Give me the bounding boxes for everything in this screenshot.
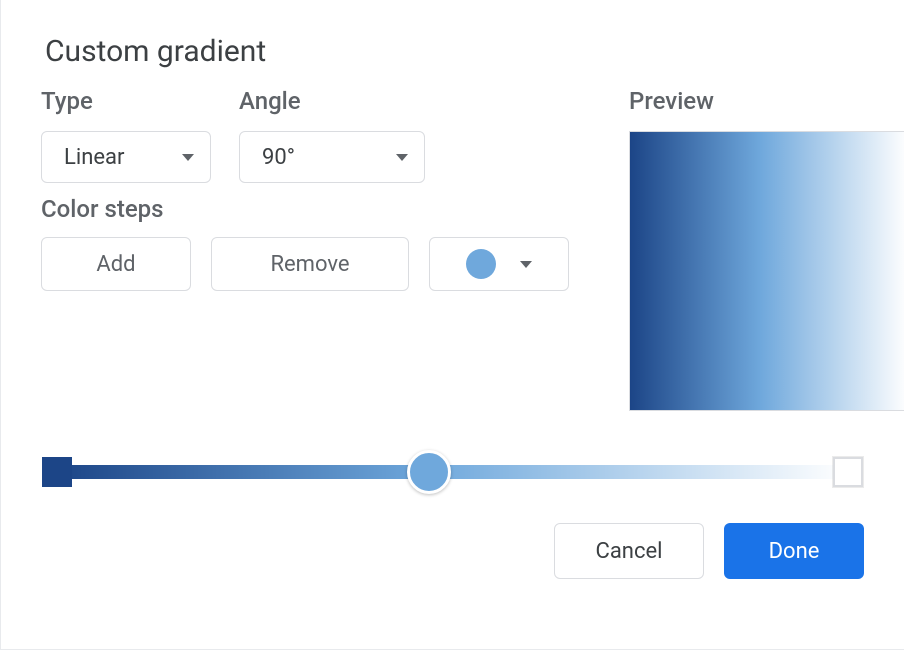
type-field: Type Linear xyxy=(41,87,211,183)
type-select-value: Linear xyxy=(64,145,124,170)
gradient-slider-track xyxy=(57,465,848,479)
gradient-stop-handle[interactable] xyxy=(407,450,451,494)
color-steps-label: Color steps xyxy=(41,195,569,223)
preview-label: Preview xyxy=(629,87,904,115)
color-swatch-picker[interactable] xyxy=(429,237,569,291)
angle-label: Angle xyxy=(239,87,425,115)
add-button[interactable]: Add xyxy=(41,237,191,291)
controls-column: Type Linear Angle 90° Color steps Add xyxy=(41,87,569,411)
upper-area: Type Linear Angle 90° Color steps Add xyxy=(41,87,864,411)
gradient-stop-end[interactable] xyxy=(833,457,863,487)
preview-column: Preview xyxy=(629,87,904,411)
angle-field: Angle 90° xyxy=(239,87,425,183)
remove-button[interactable]: Remove xyxy=(211,237,409,291)
gradient-preview xyxy=(629,131,904,411)
angle-select-value: 90° xyxy=(262,145,295,170)
gradient-slider[interactable] xyxy=(41,449,864,495)
type-angle-row: Type Linear Angle 90° xyxy=(41,87,569,183)
caret-down-icon xyxy=(396,154,408,161)
custom-gradient-dialog: Custom gradient Type Linear Angle 90° xyxy=(0,0,904,650)
cancel-button[interactable]: Cancel xyxy=(554,523,704,579)
caret-down-icon xyxy=(182,154,194,161)
color-dot-icon xyxy=(466,249,496,279)
angle-select[interactable]: 90° xyxy=(239,131,425,183)
color-steps-row: Add Remove xyxy=(41,237,569,291)
caret-down-icon xyxy=(520,261,532,268)
dialog-footer: Cancel Done xyxy=(41,523,864,579)
type-label: Type xyxy=(41,87,211,115)
dialog-title: Custom gradient xyxy=(45,34,864,69)
done-button[interactable]: Done xyxy=(724,523,864,579)
type-select[interactable]: Linear xyxy=(41,131,211,183)
gradient-stop-start[interactable] xyxy=(42,457,72,487)
